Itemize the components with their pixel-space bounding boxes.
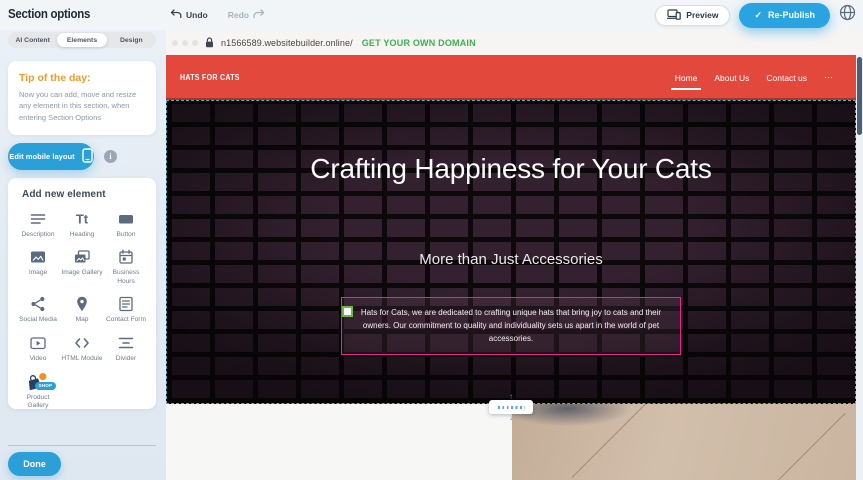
toolbar-actions: Preview ✓ Re-Publish xyxy=(655,0,856,30)
site-url: n1566589.websitebuilder.online/ xyxy=(221,38,353,48)
element-item-map[interactable]: Map xyxy=(61,295,103,325)
add-panel-title: Add new element xyxy=(22,189,147,200)
grip-dashes-icon xyxy=(498,406,525,409)
element-item-image-gallery[interactable]: Image Gallery xyxy=(61,248,103,286)
redo-button[interactable]: Redo xyxy=(228,9,265,21)
arrow-down-icon: ↓ xyxy=(509,414,513,421)
image-icon xyxy=(29,248,47,266)
phone-icon xyxy=(82,148,93,165)
lock-icon xyxy=(205,37,214,48)
nav-more-icon[interactable]: ⋯ xyxy=(824,72,834,83)
element-item-business-hours[interactable]: Business Hours xyxy=(105,248,147,286)
hero-subheading[interactable]: More than Just Accessories xyxy=(296,251,726,268)
site-nav: Home About Us Contact us ⋯ xyxy=(675,55,834,100)
undo-label: Undo xyxy=(186,10,208,20)
top-toolbar: Section options Undo Redo Prev xyxy=(0,0,863,30)
browser-address-bar: n1566589.websitebuilder.online/ GET YOUR… xyxy=(166,30,863,55)
image-gallery-icon xyxy=(73,248,91,266)
scrollbar-thumb[interactable] xyxy=(857,57,862,135)
photo-texture-line xyxy=(572,404,650,478)
element-item-description[interactable]: Description xyxy=(17,210,59,240)
site-header: HATS FOR CATS Home About Us Contact us ⋯ xyxy=(166,55,856,100)
arrow-up-icon: ↑ xyxy=(509,393,513,400)
element-drag-handle[interactable] xyxy=(342,306,353,317)
next-section-photo xyxy=(512,404,856,480)
hero-heading[interactable]: Crafting Happiness for Your Cats xyxy=(296,149,726,189)
hero-description-box-selected[interactable]: Hats for Cats, we are dedicated to craft… xyxy=(341,297,681,355)
element-item-button[interactable]: Button xyxy=(105,210,147,240)
tip-of-the-day-card: Tip of the day: Now you can add, move an… xyxy=(8,61,156,135)
window-dot xyxy=(182,40,188,46)
nav-item-contact-us[interactable]: Contact us xyxy=(766,73,807,83)
preview-button[interactable]: Preview xyxy=(655,5,730,26)
text-lines-icon xyxy=(29,210,47,228)
window-dot xyxy=(192,40,198,46)
hero-section-selected[interactable]: Crafting Happiness for Your Cats More th… xyxy=(166,100,856,404)
element-item-divider[interactable]: Divider xyxy=(105,334,147,364)
share-icon xyxy=(29,295,47,313)
button-icon xyxy=(117,210,135,228)
get-domain-link[interactable]: GET YOUR OWN DOMAIN xyxy=(362,38,476,48)
tab-design[interactable]: Design xyxy=(107,32,156,48)
element-item-html-module[interactable]: HTML Module xyxy=(61,334,103,364)
section-resize-handle[interactable]: ↑ ↓ xyxy=(489,393,533,421)
republish-button[interactable]: ✓ Re-Publish xyxy=(739,3,830,28)
contact-form-icon xyxy=(117,295,135,313)
divider-icon xyxy=(117,334,135,352)
photo-texture-line xyxy=(774,413,845,480)
add-new-element-panel: Add new element Description Tt Heading xyxy=(8,178,156,409)
element-item-video[interactable]: Video xyxy=(17,334,59,364)
element-grid: Description Tt Heading Button xyxy=(17,210,147,411)
element-item-contact-form[interactable]: Contact Form xyxy=(105,295,147,325)
preview-scrollbar[interactable] xyxy=(856,55,863,480)
redo-icon xyxy=(253,9,265,21)
element-item-heading[interactable]: Tt Heading xyxy=(61,210,103,240)
check-icon: ✓ xyxy=(754,10,762,21)
info-icon[interactable]: i xyxy=(104,150,117,163)
next-section-blank xyxy=(166,404,512,480)
element-item-image[interactable]: Image xyxy=(17,248,59,286)
hero-description-text: Hats for Cats, we are dedicated to craft… xyxy=(352,306,670,346)
shop-badge: SHOP xyxy=(35,382,56,390)
page-title: Section options xyxy=(8,7,90,21)
done-button[interactable]: Done xyxy=(8,452,61,476)
element-item-social-media[interactable]: Social Media xyxy=(17,295,59,325)
svg-text:Tt: Tt xyxy=(76,211,89,226)
nav-item-about-us[interactable]: About Us xyxy=(714,73,749,83)
tip-body: Now you can add, move and resize any ele… xyxy=(19,89,145,123)
redo-label: Redo xyxy=(228,10,249,20)
resize-grip[interactable] xyxy=(489,400,533,414)
map-pin-icon xyxy=(73,295,91,313)
language-globe-button[interactable] xyxy=(839,7,856,24)
globe-icon xyxy=(839,4,856,26)
window-dot xyxy=(172,40,178,46)
video-icon xyxy=(29,334,47,352)
heading-icon: Tt xyxy=(73,210,91,228)
sidebar-divider xyxy=(8,445,156,446)
republish-label: Re-Publish xyxy=(768,10,815,20)
element-item-product-gallery[interactable]: SHOP Product Gallery xyxy=(17,373,59,411)
product-gallery-icon: SHOP xyxy=(25,373,51,391)
undo-button[interactable]: Undo xyxy=(170,9,208,21)
sidebar-tabbar: AI Content Elements Design xyxy=(8,32,156,48)
undo-icon xyxy=(170,9,182,21)
tab-elements[interactable]: Elements xyxy=(57,33,106,47)
site-preview-frame: n1566589.websitebuilder.online/ GET YOUR… xyxy=(166,30,863,480)
devices-icon xyxy=(667,9,681,22)
nav-item-home[interactable]: Home xyxy=(675,73,698,83)
app-window: Section options Undo Redo Prev xyxy=(0,0,863,480)
business-hours-icon xyxy=(117,248,135,266)
window-dots xyxy=(172,40,198,46)
tab-ai-content[interactable]: AI Content xyxy=(8,32,57,48)
section-options-sidebar: AI Content Elements Design Tip of the da… xyxy=(0,30,166,480)
preview-label: Preview xyxy=(686,10,718,20)
site-logo[interactable]: HATS FOR CATS xyxy=(180,72,240,82)
mobile-layout-row: Edit mobile layout i xyxy=(8,143,158,170)
edit-mobile-layout-label: Edit mobile layout xyxy=(9,152,74,161)
undo-redo-group: Undo Redo xyxy=(170,0,265,30)
code-icon xyxy=(73,334,91,352)
tip-title: Tip of the day: xyxy=(19,72,145,84)
edit-mobile-layout-button[interactable]: Edit mobile layout xyxy=(8,143,94,170)
